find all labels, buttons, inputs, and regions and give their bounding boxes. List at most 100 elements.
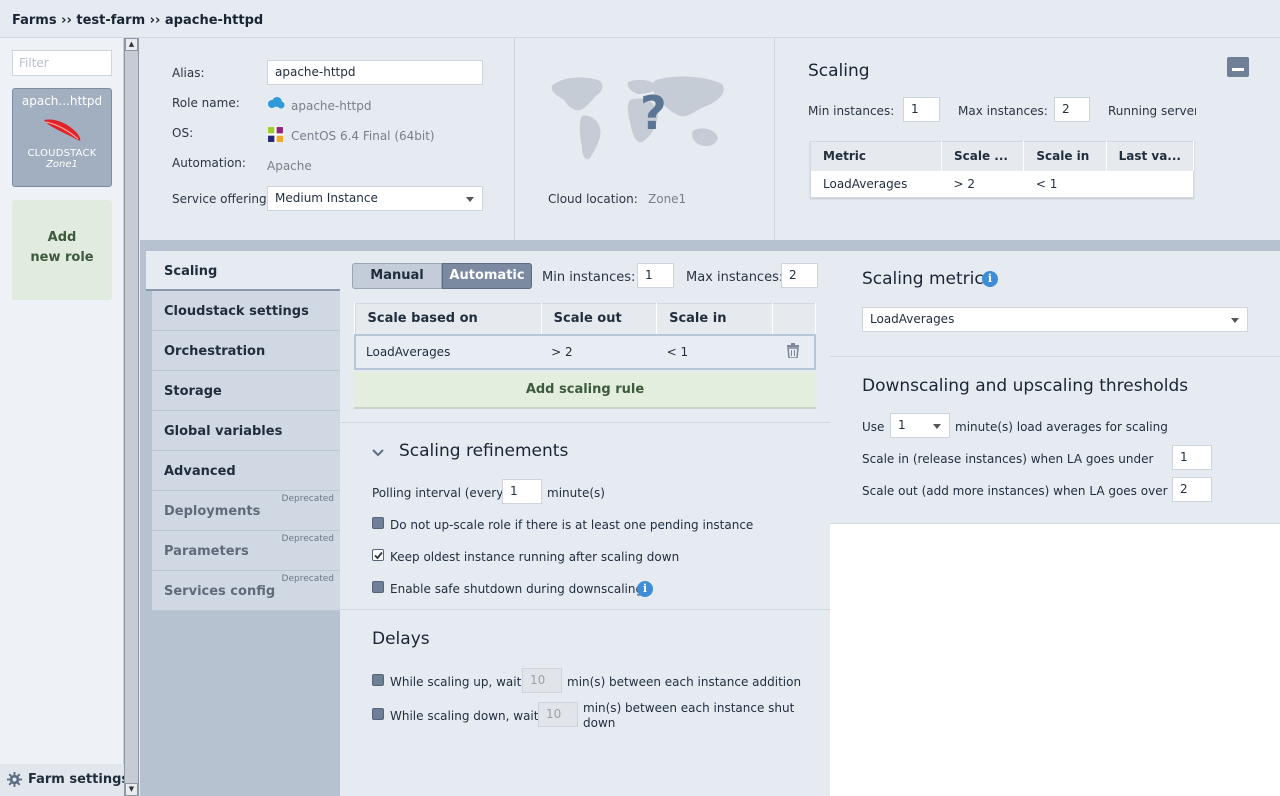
scale-down-delay-input[interactable]: 10 <box>538 702 578 727</box>
load-average-period-value: 1 <box>898 418 906 432</box>
divider <box>774 38 775 240</box>
column-header-actions <box>772 303 816 335</box>
min-instances-label: Min instances: <box>542 270 636 285</box>
world-map <box>551 76 724 160</box>
load-average-period-select[interactable]: 1 <box>890 413 950 438</box>
scaling-rules-table: Scale based on Scale out Scale in LoadAv… <box>353 303 816 370</box>
manual-toggle-button[interactable]: Manual <box>352 263 442 289</box>
max-instances-label: Max instances: <box>686 270 784 285</box>
keep-oldest-label: Keep oldest instance running after scali… <box>390 550 680 564</box>
cell-scale-in: < 1 <box>656 333 773 370</box>
summary-min-input[interactable]: 1 <box>903 97 940 122</box>
scale-out-threshold-input[interactable]: 2 <box>1172 477 1212 502</box>
table-row[interactable]: LoadAverages > 2 < 1 <box>353 333 816 370</box>
scale-down-delay-suffix-2: down <box>583 716 616 730</box>
alias-input[interactable]: apache-httpd <box>267 60 483 85</box>
scale-up-delay-label: While scaling up, wait <box>390 675 522 689</box>
farm-settings-label: Farm settings <box>28 772 130 787</box>
tab-services-config[interactable]: Services config Deprecated <box>152 571 340 611</box>
column-header-scale-out[interactable]: Scale ... <box>941 141 1025 171</box>
tab-storage[interactable]: Storage <box>152 371 340 411</box>
deprecated-badge: Deprecated <box>281 534 334 544</box>
scaling-summary-title: Scaling <box>808 61 870 81</box>
cell-scale-in: < 1 <box>1035 176 1058 191</box>
tab-advanced[interactable]: Advanced <box>152 451 340 491</box>
column-header-scale-based-on[interactable]: Scale based on <box>355 303 542 335</box>
max-instances-input[interactable]: 2 <box>781 263 818 288</box>
scale-out-threshold-label: Scale out (add more instances) when LA g… <box>862 484 1168 498</box>
delays-title: Delays <box>372 629 430 649</box>
cloudstack-icon <box>268 97 285 109</box>
tab-scaling[interactable]: Scaling <box>146 251 340 291</box>
chevron-down-icon <box>1231 318 1239 323</box>
minus-icon <box>1232 68 1244 71</box>
unknown-location-icon: ? <box>640 86 667 140</box>
scale-in-threshold-input[interactable]: 1 <box>1172 445 1212 470</box>
role-name-label: Role name: <box>172 96 240 110</box>
cell-scale-out: > 2 <box>953 176 975 191</box>
role-card-zone: Zone1 <box>46 159 78 170</box>
summary-min-label: Min instances: <box>808 104 895 118</box>
scale-up-delay-input[interactable]: 10 <box>522 668 562 693</box>
tab-parameters-label: Parameters <box>164 544 249 559</box>
service-offering-label: Service offering: <box>172 192 271 206</box>
min-instances-input[interactable]: 1 <box>637 263 674 288</box>
table-header-row: Metric Scale ... Scale in Last va... <box>810 141 1195 171</box>
tab-services-config-label: Services config <box>164 584 276 599</box>
divider <box>340 609 830 610</box>
column-header-last-value[interactable]: Last va... <box>1106 141 1195 171</box>
column-header-scale-in[interactable]: Scale in <box>656 303 773 335</box>
cell-last-value <box>1106 171 1193 198</box>
summary-max-input[interactable]: 2 <box>1054 97 1090 122</box>
tab-cloudstack-settings[interactable]: Cloudstack settings <box>152 291 340 331</box>
summary-max-label: Max instances: <box>958 104 1048 118</box>
no-upscale-checkbox[interactable] <box>372 517 384 529</box>
keep-oldest-checkbox[interactable] <box>372 549 384 561</box>
service-offering-select[interactable]: Medium Instance <box>267 186 483 211</box>
scaling-summary-table: Metric Scale ... Scale in Last va... Loa… <box>810 141 1195 198</box>
table-row[interactable]: LoadAverages > 2 < 1 <box>811 171 1194 198</box>
roles-sidebar: apach...httpd CLOUDSTACK Zone1 Add new r… <box>0 38 129 796</box>
alias-label: Alias: <box>172 66 205 80</box>
collapse-button[interactable] <box>1227 57 1249 77</box>
cell-metric: LoadAverages <box>353 333 542 370</box>
cell-scale-out: > 2 <box>541 333 657 370</box>
filter-input[interactable] <box>12 50 112 76</box>
polling-interval-input[interactable]: 1 <box>502 479 542 504</box>
scaling-refinements-title[interactable]: Scaling refinements <box>399 441 568 461</box>
scale-down-delay-checkbox[interactable] <box>372 708 384 720</box>
tab-parameters[interactable]: Parameters Deprecated <box>152 531 340 571</box>
tab-orchestration[interactable]: Orchestration <box>152 331 340 371</box>
column-header-metric[interactable]: Metric <box>810 141 942 171</box>
breadcrumb[interactable]: Farms ›› test-farm ›› apache-httpd <box>12 13 263 28</box>
scaling-metric-section <box>830 251 1280 357</box>
farm-settings-button[interactable]: Farm settings <box>0 764 129 796</box>
role-card-name: apach...httpd <box>21 94 103 108</box>
chevron-down-icon <box>466 197 474 202</box>
scroll-down-arrow-icon[interactable]: ▼ <box>125 783 138 796</box>
scaling-metric-select[interactable]: LoadAverages <box>862 307 1248 332</box>
column-header-scale-in[interactable]: Scale in <box>1023 141 1107 171</box>
column-header-scale-out[interactable]: Scale out <box>541 303 658 335</box>
divider <box>340 422 830 423</box>
tab-deployments[interactable]: Deployments Deprecated <box>152 491 340 531</box>
add-scaling-rule-button[interactable]: Add scaling rule <box>354 372 816 409</box>
scale-up-delay-checkbox[interactable] <box>372 674 384 686</box>
deprecated-badge: Deprecated <box>281 494 334 504</box>
sidebar-scrollbar[interactable]: ▲ ▼ <box>124 38 139 796</box>
add-new-role-button[interactable]: Add new role <box>12 200 112 300</box>
tab-global-variables[interactable]: Global variables <box>152 411 340 451</box>
info-icon[interactable]: i <box>982 271 998 287</box>
safe-shutdown-checkbox[interactable] <box>372 581 384 593</box>
scroll-up-arrow-icon[interactable]: ▲ <box>125 38 138 51</box>
automatic-toggle-button[interactable]: Automatic <box>442 263 532 289</box>
chevron-down-icon <box>933 424 941 429</box>
chevron-down-icon[interactable] <box>372 448 384 458</box>
role-card[interactable]: apach...httpd CLOUDSTACK Zone1 <box>12 88 112 187</box>
running-servers-label: Running servers <box>1108 104 1196 118</box>
info-icon[interactable]: i <box>637 581 653 597</box>
scale-down-delay-suffix-1: min(s) between each instance shut <box>583 701 795 715</box>
scale-up-delay-suffix: min(s) between each instance addition <box>567 675 802 689</box>
cloud-location-label: Cloud location: <box>548 192 638 206</box>
trash-icon[interactable] <box>786 342 800 359</box>
